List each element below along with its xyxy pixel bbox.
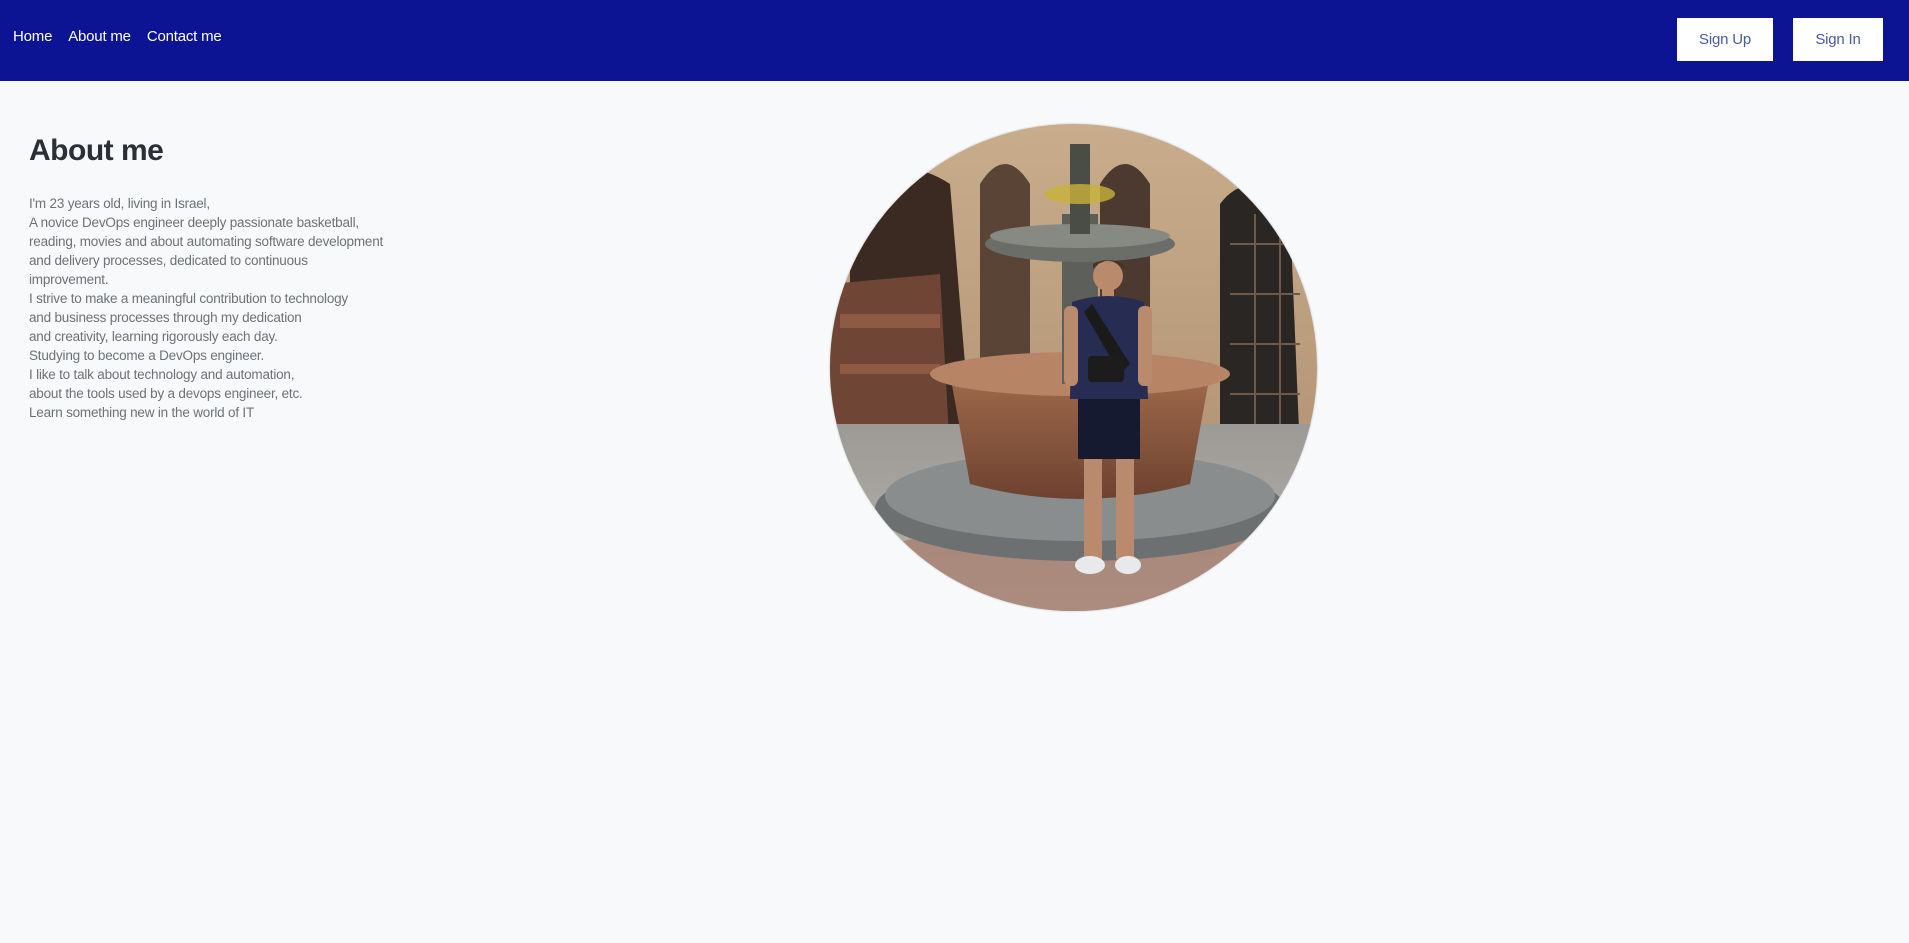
about-line: and creativity, learning rigorously each…: [29, 329, 278, 344]
sign-in-button[interactable]: Sign In: [1793, 18, 1883, 61]
nav-link-home[interactable]: Home: [13, 28, 52, 45]
nav-link-contact-me[interactable]: Contact me: [147, 28, 222, 45]
nav-link-about-me[interactable]: About me: [68, 28, 131, 45]
top-navbar: Home About me Contact me Sign Up Sign In: [0, 0, 1909, 81]
about-description: I'm 23 years old, living in Israel, A no…: [29, 194, 469, 422]
about-line: reading, movies and about automating sof…: [29, 234, 384, 249]
about-line: A novice DevOps engineer deeply passiona…: [29, 215, 359, 230]
about-line: I strive to make a meaningful contributi…: [29, 291, 348, 306]
about-line: improvement.: [29, 272, 109, 287]
page-title: About me: [29, 134, 164, 167]
about-line: Learn something new in the world of IT: [29, 405, 255, 420]
about-line: Studying to become a DevOps engineer.: [29, 348, 265, 363]
about-line: and delivery processes, dedicated to con…: [29, 253, 308, 268]
about-line: and business processes through my dedica…: [29, 310, 302, 325]
profile-photo: [830, 124, 1317, 611]
nav-links: Home About me Contact me: [13, 28, 222, 45]
about-line: I like to talk about technology and auto…: [29, 367, 295, 382]
about-line: about the tools used by a devops enginee…: [29, 386, 303, 401]
about-line: I'm 23 years old, living in Israel,: [29, 196, 210, 211]
sign-up-button[interactable]: Sign Up: [1677, 18, 1773, 61]
